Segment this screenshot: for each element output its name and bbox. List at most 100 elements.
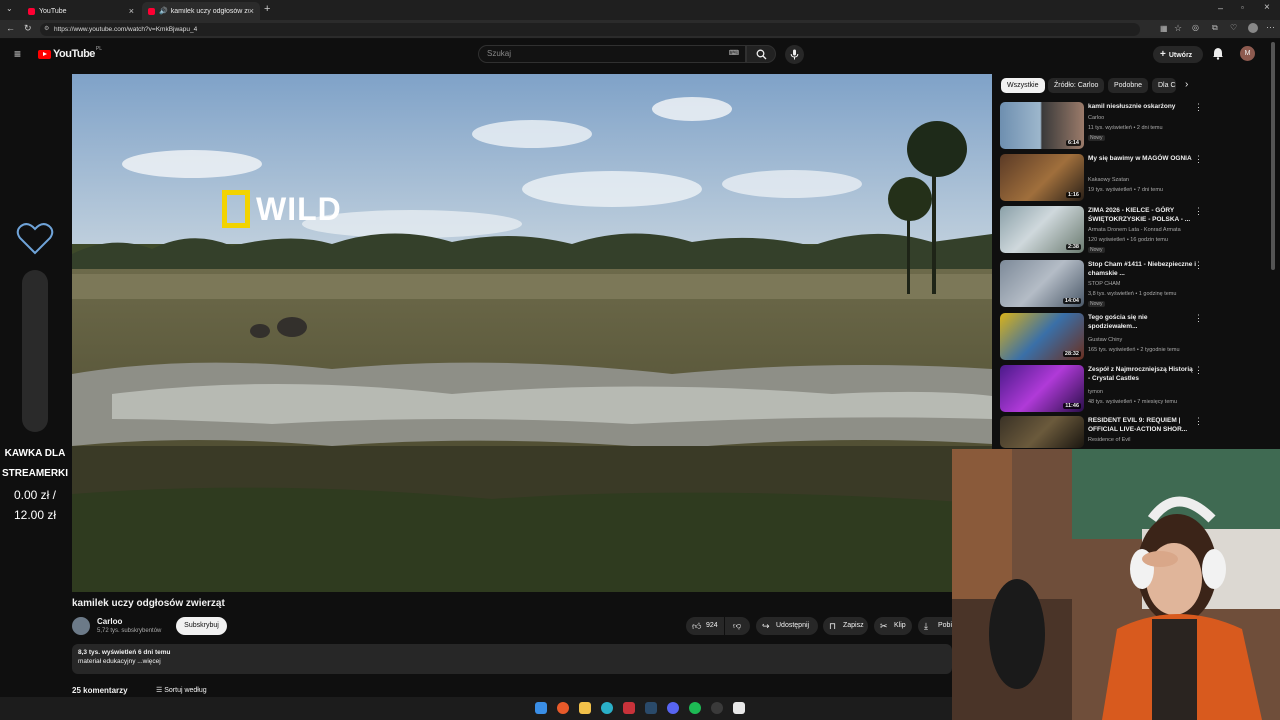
firefox-icon[interactable] [557,702,569,714]
site-info-icon[interactable]: ⚙ [44,23,49,36]
steam-icon[interactable] [645,702,657,714]
url-text: https://www.youtube.com/watch?v=KmkBjwap… [54,26,198,33]
favorites-icon[interactable]: ♡ [1230,23,1237,32]
share-button[interactable]: ↪ Udostępnij [756,617,818,635]
recommended-video[interactable]: 11:46 Zespół z Najmroczniejszą Historią … [1000,365,1205,415]
file-explorer-icon[interactable] [579,702,591,714]
chevron-right-icon[interactable]: › [1185,79,1188,90]
edge-icon[interactable] [601,702,613,714]
video-duration: 6:14 [1065,140,1081,146]
chip-from-channel[interactable]: Źródło: Carloo [1048,78,1105,93]
search-button[interactable] [746,45,776,63]
back-icon[interactable]: ← [6,23,15,33]
video-meta: 120 wyświetleń • 16 godzin temu [1088,237,1168,243]
more-options-icon[interactable]: ⋮ [1194,154,1203,165]
split-screen-icon[interactable]: ⧉ [1212,23,1218,33]
window-close-icon[interactable]: × [1264,2,1270,13]
nat-geo-frame-icon [222,190,250,228]
spotify-icon[interactable] [689,702,701,714]
more-menu-icon[interactable]: ⋯ [1266,22,1275,33]
video-title: Zespół z Najmroczniejszą Historią - Crys… [1088,366,1193,382]
windows-start-icon[interactable] [535,702,547,714]
video-player[interactable]: WILD [72,74,992,592]
video-title: RESIDENT EVIL 9: REQUIEM | OFFICIAL LIVE… [1088,417,1188,433]
profile-icon[interactable] [1248,23,1258,33]
subscribe-button[interactable]: Subskrybuj [176,617,227,635]
video-channel: Armata Dronem Lata - Konrad Armata [1088,227,1181,233]
video-thumbnail[interactable]: 6:14 [1000,102,1084,149]
sort-comments-button[interactable]: ☰ Sortuj według [156,686,207,694]
video-channel: Gustaw Chiny [1088,337,1123,343]
like-count: 924 [706,622,718,629]
reload-icon[interactable]: ↻ [24,23,32,34]
video-thumbnail[interactable]: 14:04 [1000,260,1084,307]
clip-button[interactable]: ✂ Klip [874,617,912,635]
bookmark-star-icon[interactable]: ☆ [1174,23,1182,34]
maximize-icon[interactable]: ▫ [1241,3,1244,12]
more-options-icon[interactable]: ⋮ [1194,206,1203,217]
hamburger-menu-icon[interactable]: ≡ [14,47,21,61]
sort-label: Sortuj według [164,687,207,694]
logo-country: PL [95,46,103,52]
search-input[interactable]: Szukaj ⌨ [478,45,746,63]
video-thumbnail[interactable]: 2:38 [1000,206,1084,253]
wild-watermark-text: WILD [256,190,342,227]
chip-related[interactable]: Podobne [1108,78,1149,93]
video-title: ZIMA 2026 - KIELCE - GÓRY ŚWIĘTOKRZYSKIE… [1088,207,1191,223]
recommended-video[interactable]: 14:04 Stop Cham #1411 - Niebezpieczne i … [1000,260,1205,310]
calendar-app-icon[interactable] [623,702,635,714]
url-field[interactable]: ⚙ https://www.youtube.com/watch?v=KmkBjw… [40,23,1140,36]
voice-search-button[interactable] [785,45,804,64]
video-duration: 11:46 [1063,403,1081,409]
sort-icon: ☰ [156,687,163,694]
video-thumbnail[interactable]: 28:32 [1000,313,1084,360]
download-button[interactable]: ⤓ Pobi [918,617,952,635]
video-meta: 11 tys. wyświetleń • 2 dni temu [1088,125,1163,131]
edge-copilot-icon[interactable]: ◎ [1192,23,1199,32]
minimize-icon[interactable]: – [1218,3,1223,13]
channel-avatar[interactable] [72,617,90,635]
notion-icon[interactable] [733,702,745,714]
video-title: Tego gościa się nie spodziewałem... [1088,314,1148,330]
description-box[interactable]: 8,3 tys. wyświetleń 6 dni temu materiał … [72,644,952,674]
recommended-video[interactable]: RESIDENT EVIL 9: REQUIEM | OFFICIAL LIVE… [1000,416,1205,448]
more-options-icon[interactable]: ⋮ [1194,313,1203,324]
tab-video[interactable]: 🔊 kamilek uczy odgłosów zwierz × [142,2,260,20]
discord-icon[interactable] [667,702,679,714]
donation-goal-subtitle: STREAMERKI [1,468,69,479]
tab-list-icon[interactable]: ⌄ [6,4,13,13]
close-icon[interactable]: × [129,6,134,16]
chip-all[interactable]: Wszystkie [1001,78,1045,93]
video-title: kamil niesłusznie oskarżony [1088,103,1176,110]
keyboard-icon[interactable]: ⌨ [729,46,739,62]
youtube-logo[interactable]: YouTube PL [38,46,103,60]
recommended-video[interactable]: 28:32 Tego gościa się nie spodziewałem..… [1000,313,1205,363]
more-options-icon[interactable]: ⋮ [1194,416,1203,427]
video-thumbnail[interactable] [1000,416,1084,448]
recommended-video[interactable]: 1:16 My się bawimy w MAGÓW OGNIA Kakaowy… [1000,154,1205,204]
new-tab-icon[interactable]: + [264,3,270,15]
avatar-letter: M [1244,50,1251,57]
dislike-button[interactable]: 👎︎ [725,617,750,635]
account-avatar[interactable]: M [1240,46,1255,61]
page-scrollbar[interactable] [1271,42,1275,270]
video-thumbnail[interactable]: 11:46 [1000,365,1084,412]
close-icon[interactable]: × [249,6,254,16]
recommended-video[interactable]: 2:38 ZIMA 2026 - KIELCE - GÓRY ŚWIĘTOKRZ… [1000,206,1205,256]
like-button[interactable]: 👍︎ 924 [686,617,724,635]
recommended-video[interactable]: 6:14 kamil niesłusznie oskarżony Carloo … [1000,102,1205,152]
more-options-icon[interactable]: ⋮ [1194,260,1203,271]
obs-icon[interactable] [711,702,723,714]
logo-text: YouTube [53,48,95,60]
extensions-icon[interactable]: ▦ [1160,24,1168,33]
video-channel: Residence of Evil [1088,437,1131,443]
create-button[interactable]: + Utwórz [1153,46,1203,63]
chip-for-you[interactable]: Dla C [1152,78,1176,93]
tab-youtube[interactable]: YouTube × [22,2,140,20]
save-button[interactable]: ⊓ Zapisz [823,617,868,635]
video-thumbnail[interactable]: 1:16 [1000,154,1084,201]
more-options-icon[interactable]: ⋮ [1194,365,1203,376]
channel-name[interactable]: Carloo [97,617,122,626]
more-options-icon[interactable]: ⋮ [1194,102,1203,113]
notifications-bell-icon[interactable] [1212,47,1224,60]
